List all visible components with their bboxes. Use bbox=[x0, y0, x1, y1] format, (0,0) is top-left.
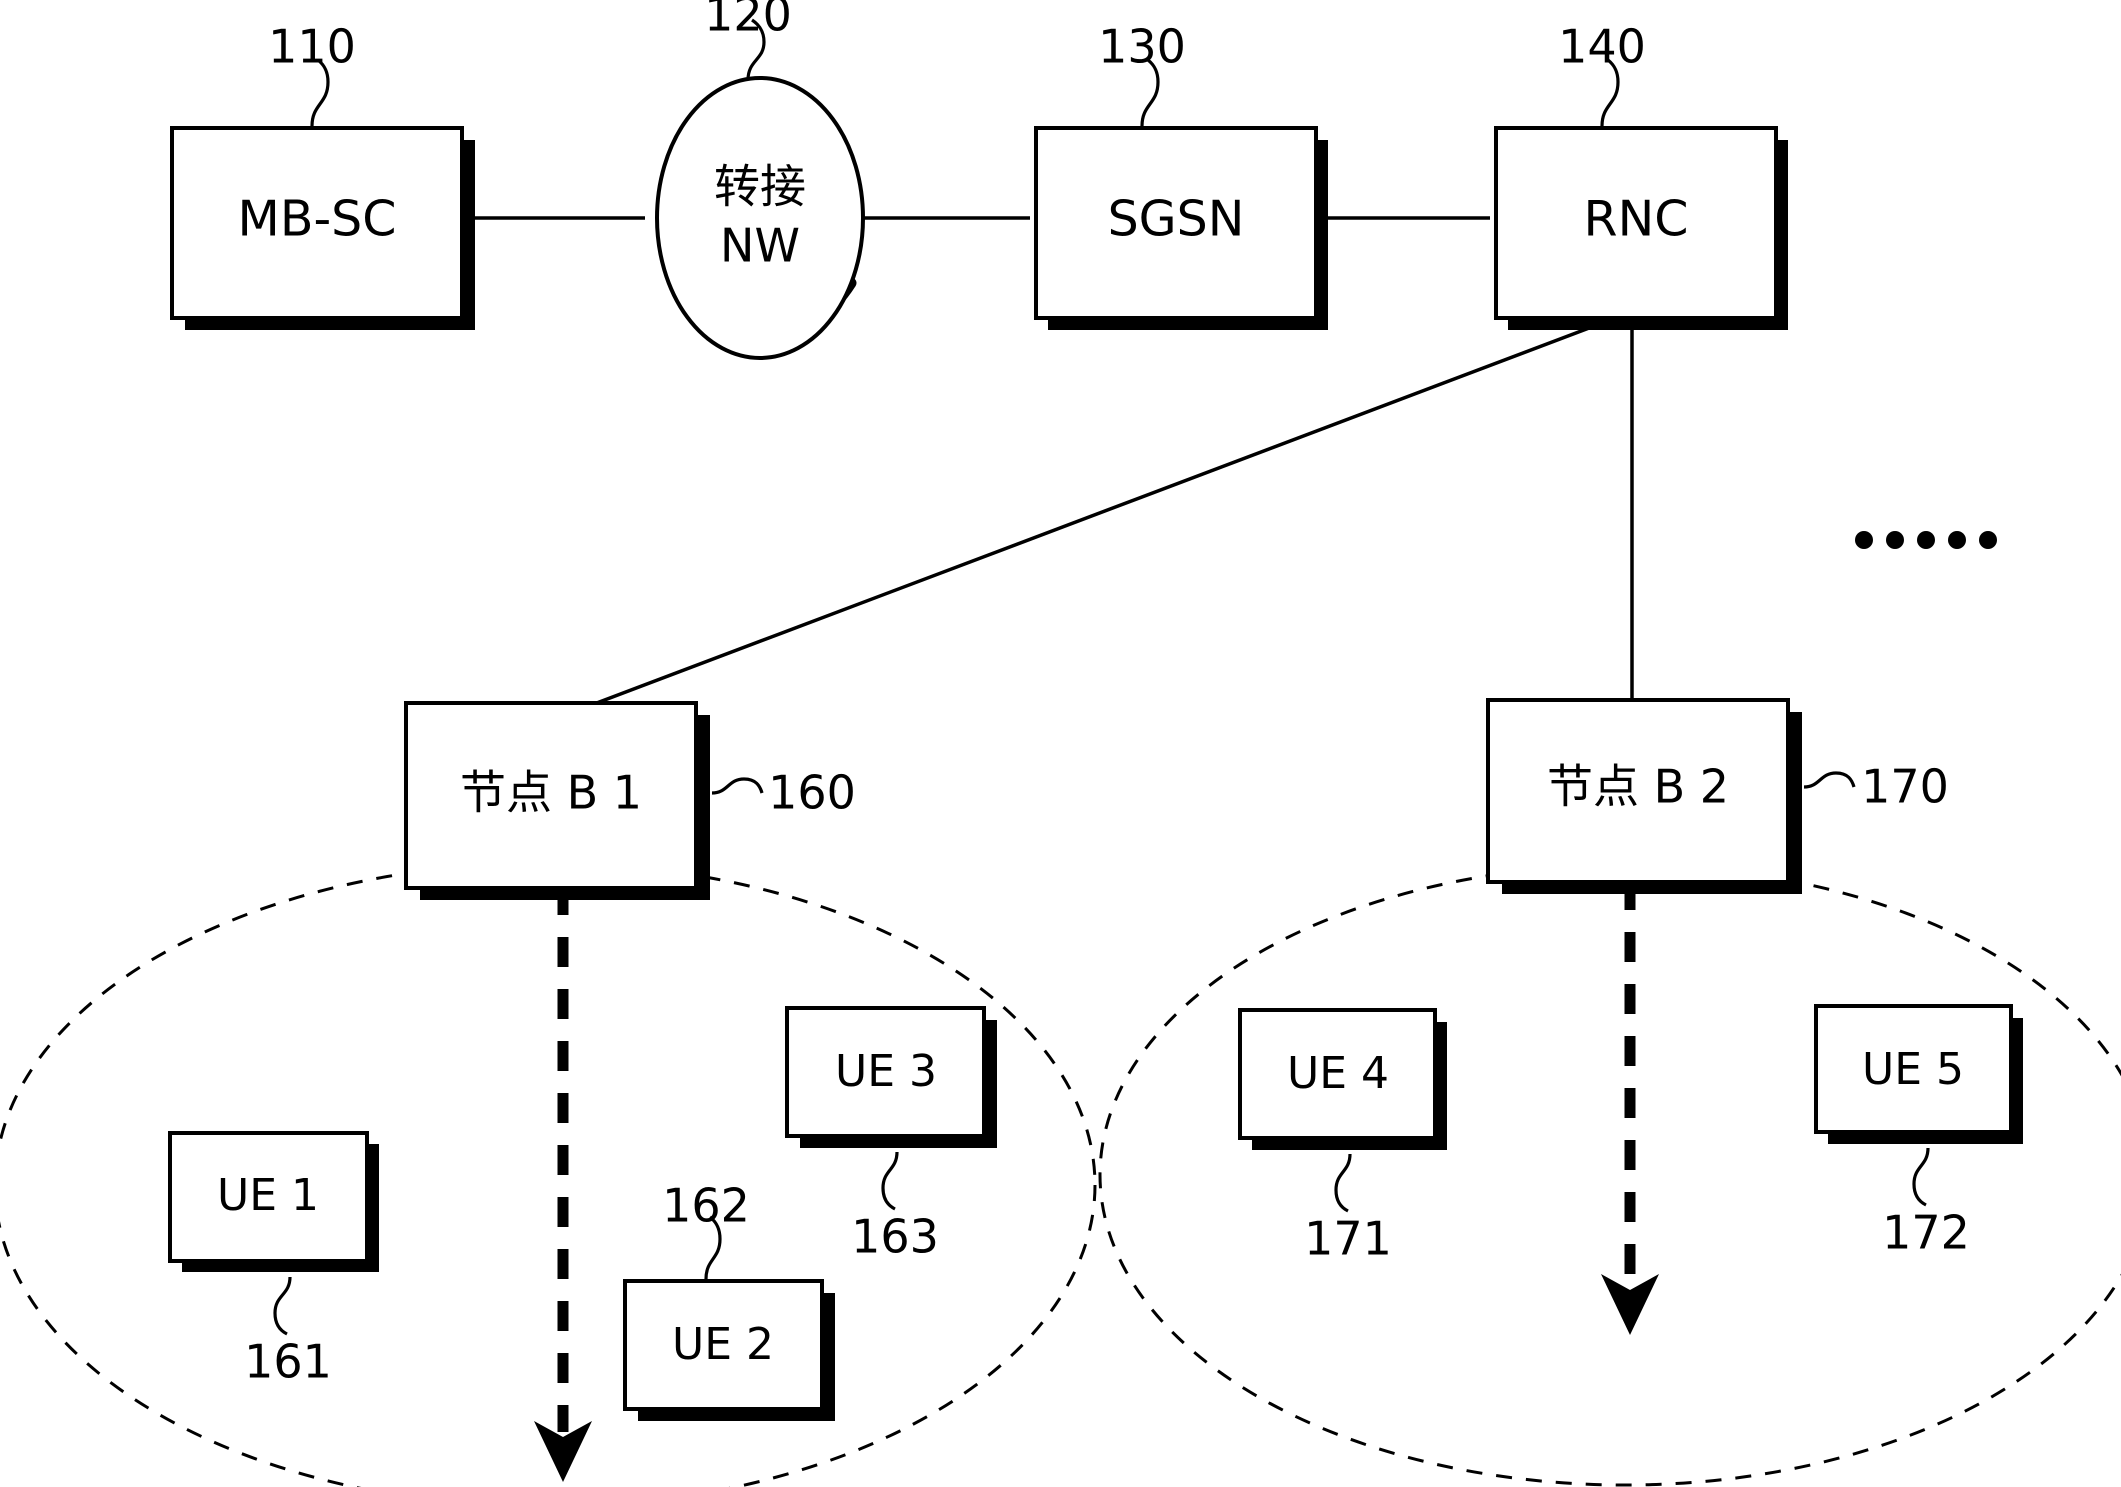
ue3-ref-leader bbox=[881, 1151, 899, 1211]
figure-canvas: MB-SC 110 转接 NW 120 SGSN 130 RNC 140 节点 … bbox=[0, 0, 2121, 1487]
ue2-label: UE 2 bbox=[672, 1319, 774, 1370]
ellipsis-dots bbox=[1855, 531, 1997, 549]
node-ue5[interactable]: UE 5 172 bbox=[1814, 1004, 2023, 1260]
rnc-label: RNC bbox=[1584, 191, 1689, 248]
node-ue2[interactable]: UE 2 162 bbox=[623, 1179, 835, 1422]
node-nodeb1[interactable]: 节点 B 1 160 bbox=[404, 701, 856, 900]
mbsc-ref-number: 110 bbox=[268, 20, 356, 74]
ue4-ref-leader bbox=[1334, 1153, 1352, 1213]
sgsn-label: SGSN bbox=[1108, 191, 1245, 248]
ue4-label: UE 4 bbox=[1287, 1048, 1389, 1099]
network-diagram: MB-SC 110 转接 NW 120 SGSN 130 RNC 140 节点 … bbox=[0, 0, 2121, 1487]
transit-nw-ref-number: 120 bbox=[704, 0, 792, 42]
nodeb2-ref-number: 170 bbox=[1861, 760, 1949, 814]
mbsc-label: MB-SC bbox=[238, 191, 397, 248]
ue2-ref-number: 162 bbox=[662, 1179, 750, 1233]
ellipsis-dot-5 bbox=[1979, 531, 1997, 549]
node-transit-nw[interactable]: 转接 NW 120 bbox=[655, 0, 865, 360]
nodeb1-ref-number: 160 bbox=[768, 766, 856, 820]
ue5-ref-number: 172 bbox=[1882, 1206, 1970, 1260]
ue1-ref-leader bbox=[273, 1276, 292, 1336]
coverage-ellipse-cell2 bbox=[1098, 863, 2121, 1487]
node-ue3[interactable]: UE 3 163 bbox=[785, 1006, 997, 1264]
ue4-ref-number: 171 bbox=[1304, 1212, 1392, 1266]
node-nodeb2[interactable]: 节点 B 2 170 bbox=[1486, 698, 1949, 894]
ellipsis-dot-3 bbox=[1917, 531, 1935, 549]
ellipsis-dot-2 bbox=[1886, 531, 1904, 549]
ellipsis-dot-4 bbox=[1948, 531, 1966, 549]
nodeb1-ref-leader bbox=[711, 777, 764, 795]
transit-nw-label-line1: 转接 bbox=[714, 160, 806, 214]
nodeb2-label: 节点 B 2 bbox=[1547, 760, 1729, 814]
link-rnc-to-nodeb1 bbox=[564, 320, 1606, 717]
node-mbsc[interactable]: MB-SC 110 bbox=[170, 20, 475, 331]
node-rnc[interactable]: RNC 140 bbox=[1494, 20, 1788, 331]
ue5-ref-leader bbox=[1912, 1147, 1930, 1207]
node-ue4[interactable]: UE 4 171 bbox=[1238, 1008, 1447, 1266]
ue1-label: UE 1 bbox=[217, 1170, 319, 1221]
rnc-ref-number: 140 bbox=[1558, 20, 1646, 74]
transit-nw-label-line2: NW bbox=[720, 219, 800, 273]
broadcast-arrow-cell2-head bbox=[1601, 1274, 1659, 1335]
ue5-label: UE 5 bbox=[1862, 1044, 1964, 1095]
broadcast-arrow-cell1 bbox=[534, 885, 592, 1482]
node-sgsn[interactable]: SGSN 130 bbox=[1034, 20, 1328, 331]
ue3-label: UE 3 bbox=[835, 1046, 937, 1097]
broadcast-arrow-cell2 bbox=[1601, 880, 1659, 1335]
nodeb2-ref-leader bbox=[1803, 771, 1856, 789]
node-ue1[interactable]: UE 1 161 bbox=[168, 1131, 379, 1389]
nodeb1-label: 节点 B 1 bbox=[460, 766, 642, 820]
coverage-ellipse-cell1 bbox=[0, 861, 1097, 1487]
ellipsis-dot-1 bbox=[1855, 531, 1873, 549]
sgsn-ref-number: 130 bbox=[1098, 20, 1186, 74]
ue3-ref-number: 163 bbox=[851, 1210, 939, 1264]
ue1-ref-number: 161 bbox=[244, 1335, 332, 1389]
